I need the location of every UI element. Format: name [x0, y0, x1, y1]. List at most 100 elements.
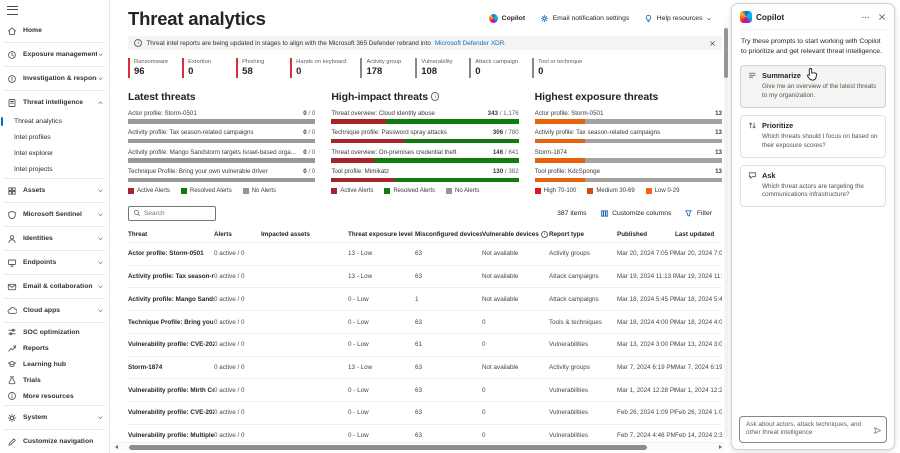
threat-cell[interactable]: Actor profile: Storm-0501 — [128, 250, 214, 257]
send-icon[interactable] — [873, 426, 882, 435]
exposure-threat-item[interactable]: Activity profile: Tax season-related cam… — [535, 129, 722, 143]
threat-label[interactable]: Threat overview: On-premises credential … — [331, 149, 487, 156]
search-box[interactable] — [128, 206, 216, 221]
column-header-impacted-assets[interactable]: Impacted assets — [261, 231, 348, 239]
scroll-right-arrow[interactable] — [716, 443, 724, 451]
threat-cell[interactable]: Storm-1874 — [128, 364, 214, 371]
horizontal-scrollbar[interactable] — [112, 442, 724, 451]
table-row[interactable]: Activity profile: Mango Sandsto... 0 act… — [128, 287, 722, 310]
sidebar-item-learning-hub[interactable]: Learning hub — [0, 356, 109, 372]
close-icon[interactable] — [878, 13, 886, 21]
sidebar-item-assets[interactable]: Assets — [0, 180, 109, 201]
copilot-button[interactable]: Copilot — [489, 14, 525, 23]
column-header-threat-exposure-level[interactable]: Threat exposure level — [348, 231, 415, 239]
copilot-ask-input[interactable]: Ask about actors, attack techniques, and… — [739, 416, 887, 443]
threat-cell[interactable]: Technique Profile: Bring your o... — [128, 319, 214, 326]
column-header-vulnerable-devices[interactable]: Vulnerable devices — [482, 231, 549, 239]
column-header-report-type[interactable]: Report type — [549, 231, 617, 239]
column-header-alerts[interactable]: Alerts — [214, 231, 261, 239]
sidebar-item-intel-profiles[interactable]: Intel profiles — [0, 129, 109, 145]
sidebar-item-intel-explorer[interactable]: Intel explorer — [0, 145, 109, 161]
table-row[interactable]: Vulnerability profile: CVE-2024-... 0 ac… — [128, 333, 722, 356]
scrollbar-track[interactable] — [120, 445, 716, 450]
summary-card-ransomware[interactable]: Ransomware 96 — [128, 58, 168, 78]
search-input[interactable] — [144, 210, 211, 217]
customize-columns-button[interactable]: Customize columns — [600, 209, 672, 218]
filter-button[interactable]: Filter — [684, 209, 712, 218]
banner-link[interactable]: Microsoft Defender XDR. — [435, 40, 506, 47]
threat-cell[interactable]: Activity profile: Mango Sandsto... — [128, 296, 214, 303]
summary-card-hands-on-keyboard[interactable]: Hands on keyboard 0 — [290, 58, 346, 78]
sidebar-item-reports[interactable]: Reports — [0, 340, 109, 356]
threat-cell[interactable]: Activity profile: Tax season-relat... — [128, 273, 214, 280]
table-row[interactable]: Technique Profile: Bring your o... 0 act… — [128, 310, 722, 333]
sidebar-item-home[interactable]: Home — [0, 20, 109, 41]
threat-label[interactable]: Tool profile: KdcSponge — [535, 168, 709, 175]
more-options-icon[interactable] — [861, 13, 870, 22]
summary-card-tool-or-technique[interactable]: Tool or technique 0 — [532, 58, 582, 78]
latest-threat-item[interactable]: Activity profile: Tax season-related cam… — [128, 129, 315, 143]
copilot-prompt-prioritize[interactable]: Prioritize Which threats should I focus … — [740, 115, 886, 158]
summary-card-phishing[interactable]: Phishing 58 — [236, 58, 276, 78]
sidebar-item-threat-analytics[interactable]: Threat analytics — [0, 113, 109, 129]
threat-cell[interactable]: Vulnerability profile: Multiple v... — [128, 432, 214, 439]
threat-label[interactable]: Activity profile: Tax season-related cam… — [128, 129, 297, 136]
impact-threat-item[interactable]: Threat overview: Cloud identity abuse343… — [331, 110, 518, 124]
sidebar-item-cloud-apps[interactable]: Cloud apps — [0, 300, 109, 321]
latest-threat-item[interactable]: Technique Profile: Bring your own vulner… — [128, 168, 315, 182]
help-resources-button[interactable]: Help resources — [644, 14, 712, 23]
column-header-misconfigured-devices[interactable]: Misconfigured devices — [415, 231, 482, 239]
email-notification-settings-button[interactable]: Email notification settings — [540, 14, 629, 23]
sidebar-item-soc-optimization[interactable]: SOC optimization — [0, 324, 109, 340]
exposure-threat-item[interactable]: Tool profile: KdcSponge13 — [535, 168, 722, 182]
table-row[interactable]: Actor profile: Storm-0501 0 active / 0 1… — [128, 242, 722, 265]
sidebar-item-trials[interactable]: Trials — [0, 372, 109, 388]
sidebar-item-system[interactable]: System — [0, 407, 109, 428]
threat-label[interactable]: Tool profile: Mimikatz — [331, 168, 487, 175]
summary-card-extortion[interactable]: Extortion 0 — [182, 58, 222, 78]
sidebar-item-microsoft-sentinel[interactable]: Microsoft Sentinel — [0, 204, 109, 225]
table-row[interactable]: Storm-1874 0 active / 0 13 - Low 63 Not … — [128, 356, 722, 379]
sidebar-item-identities[interactable]: Identities — [0, 228, 109, 249]
sidebar-item-more-resources[interactable]: More resources — [0, 388, 109, 404]
impact-threat-item[interactable]: Technique profile: Password spray attack… — [331, 129, 518, 143]
table-row[interactable]: Vulnerability profile: CVE-2024-... 0 ac… — [128, 401, 722, 424]
sidebar-item-threat-intelligence[interactable]: Threat intelligence — [0, 92, 109, 113]
threat-cell[interactable]: Vulnerability profile: CVE-2024-... — [128, 409, 214, 416]
sidebar-item-email-collaboration[interactable]: Email & collaboration — [0, 276, 109, 297]
impact-threat-item[interactable]: Threat overview: On-premises credential … — [331, 149, 518, 163]
exposure-threat-item[interactable]: Storm-187413 — [535, 149, 722, 163]
sidebar-item-customize-navigation[interactable]: Customize navigation — [0, 431, 109, 452]
threat-label[interactable]: Activity profile: Tax season-related cam… — [535, 129, 709, 136]
threat-label[interactable]: Activity profile: Mango Sandstorm target… — [128, 149, 297, 156]
scrollbar-thumb[interactable] — [129, 445, 648, 450]
exposure-threat-item[interactable]: Actor profile: Storm-050113 — [535, 110, 722, 124]
table-row[interactable]: Vulnerability profile: Mirth Con... 0 ac… — [128, 378, 722, 401]
sidebar-item-exposure-management[interactable]: Exposure management — [0, 44, 109, 65]
column-header-published[interactable]: Published — [617, 231, 675, 239]
threat-label[interactable]: Threat overview: Cloud identity abuse — [331, 110, 481, 117]
summary-card-vulnerability[interactable]: Vulnerability 108 — [415, 58, 455, 78]
sidebar-item-intel-projects[interactable]: Intel projects — [0, 161, 109, 177]
copilot-prompt-summarize[interactable]: Summarize Give me an overview of the lat… — [740, 65, 886, 108]
threat-label[interactable]: Technique Profile: Bring your own vulner… — [128, 168, 297, 175]
sidebar-item-endpoints[interactable]: Endpoints — [0, 252, 109, 273]
table-row[interactable]: Activity profile: Tax season-relat... 0 … — [128, 265, 722, 288]
threat-label[interactable]: Technique profile: Password spray attack… — [331, 129, 487, 136]
latest-threat-item[interactable]: Actor profile: Storm-05010 / 0 — [128, 110, 315, 124]
threat-cell[interactable]: Vulnerability profile: CVE-2024-... — [128, 341, 214, 348]
sidebar-item-investigation-response[interactable]: Investigation & response — [0, 68, 109, 89]
info-icon[interactable] — [431, 92, 439, 100]
threat-label[interactable]: Storm-1874 — [535, 149, 709, 156]
copilot-prompt-ask[interactable]: Ask Which threat actors are targeting th… — [740, 165, 886, 208]
column-header-threat[interactable]: Threat — [128, 231, 214, 239]
impact-threat-item[interactable]: Tool profile: Mimikatz130 / 382 — [331, 168, 518, 182]
banner-close-icon[interactable] — [709, 40, 716, 47]
summary-card-attack-campaign[interactable]: Attack campaign 0 — [469, 58, 518, 78]
column-header-last-updated[interactable]: Last updated — [675, 231, 722, 239]
threat-cell[interactable]: Vulnerability profile: Mirth Con... — [128, 387, 214, 394]
latest-threat-item[interactable]: Activity profile: Mango Sandstorm target… — [128, 149, 315, 163]
scroll-left-arrow[interactable] — [112, 443, 120, 451]
threat-label[interactable]: Actor profile: Storm-0501 — [128, 110, 297, 117]
hamburger-menu-icon[interactable] — [7, 6, 18, 15]
